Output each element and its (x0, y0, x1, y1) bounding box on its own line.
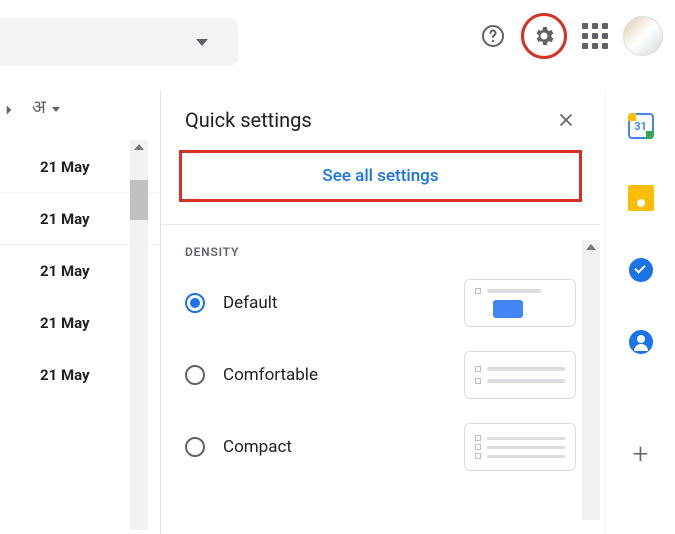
side-addons-panel: 31 + (605, 90, 675, 534)
chevron-right-icon[interactable] (0, 101, 18, 119)
panel-title: Quick settings (185, 108, 312, 132)
contacts-icon (629, 330, 653, 354)
tasks-addon-button[interactable] (627, 256, 655, 284)
density-section-label: DENSITY (161, 225, 600, 267)
contacts-addon-button[interactable] (627, 328, 655, 356)
density-option-comfortable[interactable]: Comfortable (161, 339, 600, 411)
radio-comfortable[interactable] (185, 365, 205, 385)
close-icon (556, 110, 576, 130)
quick-settings-panel: Quick settings See all settings DENSITY … (160, 90, 600, 534)
close-panel-button[interactable] (556, 110, 576, 130)
search-options-dropdown[interactable] (0, 18, 238, 66)
input-tools-label: अ (32, 98, 46, 121)
density-label: Compact (223, 437, 292, 457)
scrollbar-thumb[interactable] (130, 180, 148, 220)
support-button[interactable] (473, 16, 513, 56)
account-avatar[interactable] (623, 16, 663, 56)
density-option-default[interactable]: Default (161, 267, 600, 339)
calendar-day-number: 31 (634, 120, 647, 133)
get-addons-button[interactable]: + (627, 440, 655, 468)
calendar-addon-button[interactable]: 31 (627, 112, 655, 140)
mail-toolbar: अ (0, 90, 160, 141)
input-tools-button[interactable]: अ (32, 98, 60, 121)
settings-button[interactable] (526, 18, 562, 54)
keep-icon (628, 185, 654, 211)
radio-default[interactable] (185, 293, 205, 313)
panel-scrollbar[interactable] (582, 240, 600, 520)
radio-compact[interactable] (185, 437, 205, 457)
density-preview-default (464, 279, 576, 327)
scroll-up-icon (586, 244, 596, 250)
density-preview-compact (464, 423, 576, 471)
caret-down-icon (52, 107, 60, 112)
google-apps-button[interactable] (575, 16, 615, 56)
apps-grid-icon (582, 23, 608, 49)
gear-icon (532, 24, 556, 48)
see-all-settings-highlight: See all settings (179, 150, 582, 202)
keep-addon-button[interactable] (627, 184, 655, 212)
settings-button-highlight (521, 13, 567, 59)
scroll-up-icon (134, 144, 144, 150)
density-label: Comfortable (223, 365, 318, 385)
density-preview-comfortable (464, 351, 576, 399)
see-all-settings-button[interactable]: See all settings (322, 166, 438, 186)
plus-icon: + (633, 440, 649, 468)
density-option-compact[interactable]: Compact (161, 411, 600, 483)
top-bar (0, 0, 675, 72)
mail-list-scrollbar[interactable] (130, 140, 148, 530)
density-label: Default (223, 293, 277, 313)
help-icon (481, 24, 505, 48)
calendar-icon: 31 (628, 113, 654, 139)
caret-down-icon (196, 39, 208, 46)
tasks-icon (629, 258, 653, 282)
